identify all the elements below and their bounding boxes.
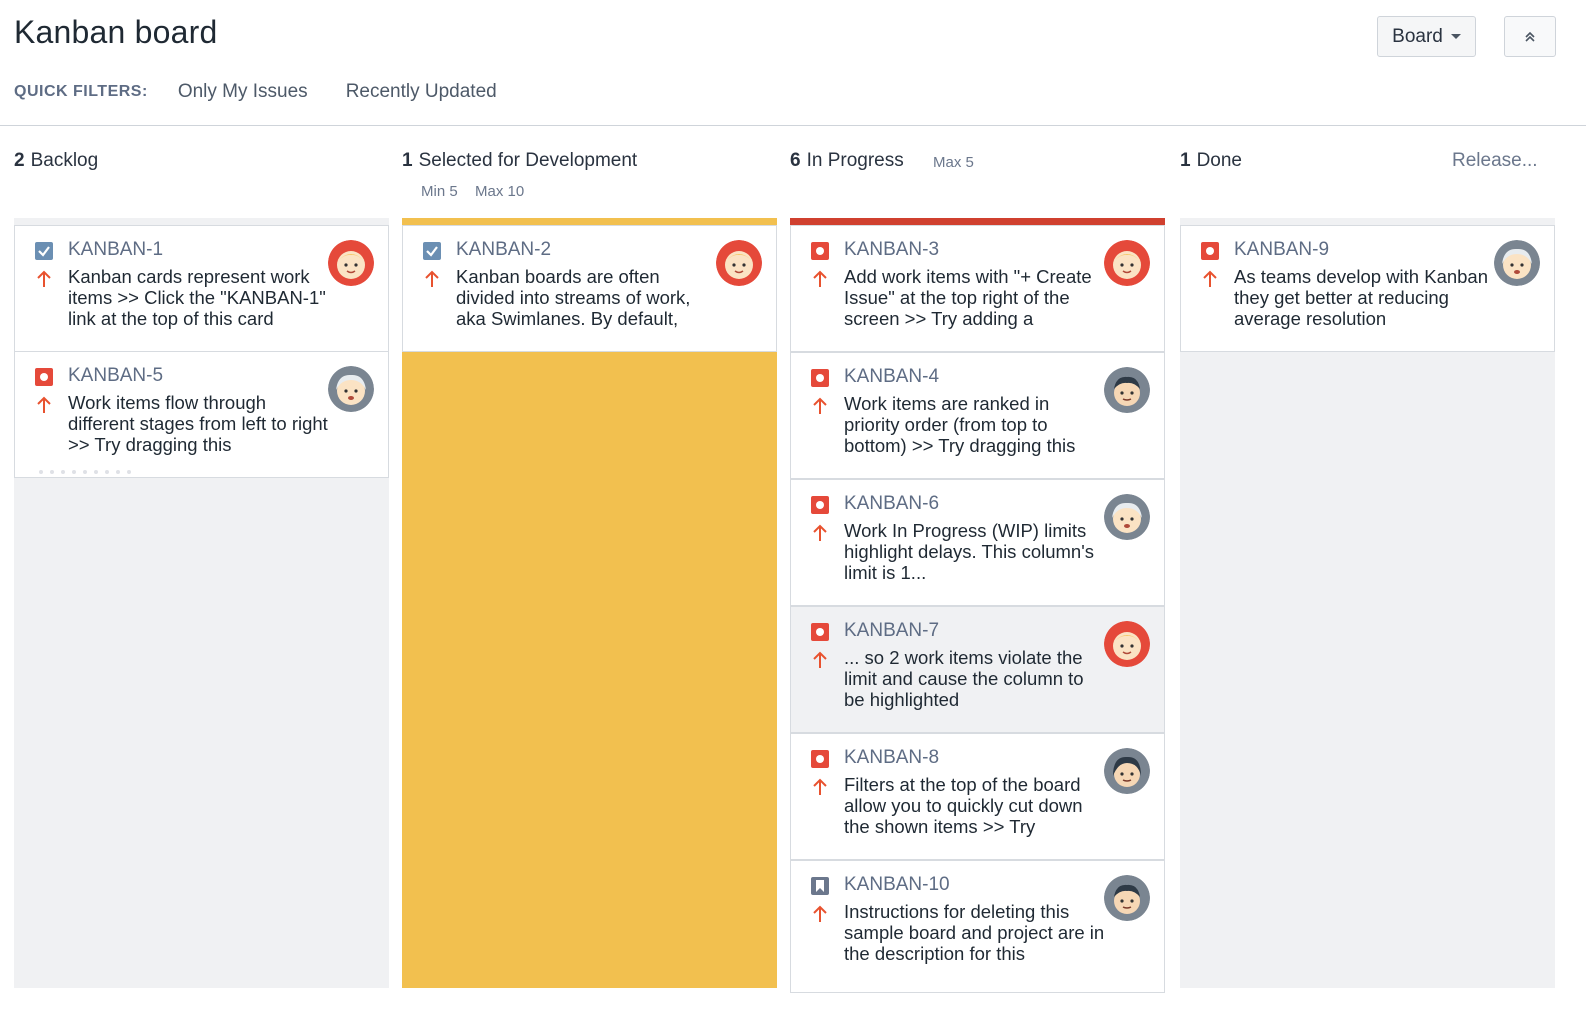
- collapse-header-button[interactable]: [1504, 16, 1556, 57]
- card-kanban-9[interactable]: KANBAN-9 As teams develop with Kanban th…: [1180, 225, 1555, 352]
- assignee-avatar[interactable]: [1104, 875, 1150, 921]
- assignee-avatar[interactable]: [1494, 240, 1540, 286]
- card-key[interactable]: KANBAN-8: [844, 747, 939, 769]
- bug-icon: [811, 369, 829, 387]
- column-in-progress[interactable]: KANBAN-3 Add work items with "+ Create I…: [790, 218, 1165, 993]
- card-kanban-6[interactable]: KANBAN-6 Work In Progress (WIP) limits h…: [790, 479, 1165, 606]
- card-kanban-4[interactable]: KANBAN-4 Work items are ranked in priori…: [790, 352, 1165, 479]
- card-dots: [39, 470, 131, 474]
- bug-icon: [35, 368, 53, 386]
- column-header-selected: 1 Selected for Development: [402, 150, 637, 172]
- column-header-done: 1 Done: [1180, 150, 1242, 172]
- card-summary: Add work items with "+ Create Issue" at …: [844, 266, 1092, 329]
- column-done[interactable]: KANBAN-9 As teams develop with Kanban th…: [1180, 218, 1555, 988]
- bug-icon: [811, 242, 829, 260]
- priority-high-arrow-icon: [37, 270, 51, 287]
- column-count: 6: [790, 150, 801, 171]
- column-name: Backlog: [30, 150, 99, 171]
- column-backlog[interactable]: KANBAN-1 Kanban cards represent work ite…: [14, 218, 389, 988]
- assignee-avatar[interactable]: [328, 240, 374, 286]
- card-summary: Filters at the top of the board allow yo…: [844, 774, 1083, 837]
- card-summary: Work items are ranked in priority order …: [844, 393, 1076, 456]
- card-summary: As teams develop with Kanban they get be…: [1234, 266, 1489, 329]
- chevron-double-up-icon: [1525, 31, 1535, 42]
- card-summary: Kanban cards represent work items >> Cli…: [68, 266, 326, 329]
- bug-icon: [811, 623, 829, 641]
- page-title: Kanban board: [14, 14, 218, 50]
- assignee-avatar[interactable]: [328, 366, 374, 412]
- quick-filters: QUICK FILTERS: Only My Issues Recently U…: [14, 80, 535, 104]
- card-key[interactable]: KANBAN-1: [68, 239, 163, 261]
- card-kanban-5[interactable]: KANBAN-5 Work items flow through differe…: [14, 351, 389, 478]
- bug-icon: [1201, 242, 1219, 260]
- task-checkbox-icon: [35, 242, 53, 260]
- priority-high-arrow-icon: [37, 396, 51, 413]
- assignee-avatar[interactable]: [716, 240, 762, 286]
- priority-high-arrow-icon: [813, 778, 827, 795]
- assignee-avatar[interactable]: [1104, 367, 1150, 413]
- column-max-limit: Max 5: [933, 154, 974, 171]
- assignee-avatar[interactable]: [1104, 240, 1150, 286]
- filter-only-my-issues[interactable]: Only My Issues: [178, 81, 308, 103]
- column-name: In Progress: [806, 150, 904, 171]
- column-count: 1: [1180, 150, 1191, 171]
- card-key[interactable]: KANBAN-2: [456, 239, 551, 261]
- assignee-avatar[interactable]: [1104, 494, 1150, 540]
- card-key[interactable]: KANBAN-9: [1234, 239, 1329, 261]
- card-key[interactable]: KANBAN-4: [844, 366, 939, 388]
- priority-high-arrow-icon: [425, 270, 439, 287]
- column-max-limit: Max 10: [475, 183, 525, 200]
- column-selected-for-development[interactable]: KANBAN-2 Kanban boards are often divided…: [402, 218, 777, 988]
- card-key[interactable]: KANBAN-5: [68, 365, 163, 387]
- quick-filters-label: QUICK FILTERS:: [14, 83, 148, 100]
- assignee-avatar[interactable]: [1104, 748, 1150, 794]
- priority-high-arrow-icon: [1203, 270, 1217, 287]
- priority-high-arrow-icon: [813, 524, 827, 541]
- card-summary: Instructions for deleting this sample bo…: [844, 901, 1105, 964]
- board-menu-button[interactable]: Board: [1377, 16, 1476, 57]
- card-key[interactable]: KANBAN-10: [844, 874, 950, 896]
- caret-down-icon: [1450, 34, 1461, 39]
- card-kanban-3[interactable]: KANBAN-3 Add work items with "+ Create I…: [790, 225, 1165, 352]
- priority-high-arrow-icon: [813, 651, 827, 668]
- card-key[interactable]: KANBAN-6: [844, 493, 939, 515]
- release-link[interactable]: Release...: [1452, 150, 1538, 172]
- card-key[interactable]: KANBAN-3: [844, 239, 939, 261]
- card-summary: Kanban boards are often divided into str…: [456, 266, 691, 329]
- column-header-backlog: 2 Backlog: [14, 150, 98, 172]
- card-kanban-1[interactable]: KANBAN-1 Kanban cards represent work ite…: [14, 225, 389, 352]
- card-kanban-7[interactable]: KANBAN-7 ... so 2 work items violate the…: [790, 606, 1165, 733]
- task-checkbox-icon: [423, 242, 441, 260]
- bug-icon: [811, 750, 829, 768]
- column-name: Selected for Development: [418, 150, 638, 171]
- card-key[interactable]: KANBAN-7: [844, 620, 939, 642]
- filter-recently-updated[interactable]: Recently Updated: [346, 81, 497, 103]
- card-kanban-8[interactable]: KANBAN-8 Filters at the top of the board…: [790, 733, 1165, 860]
- column-name: Done: [1196, 150, 1242, 171]
- column-header-in-progress: 6 In Progress: [790, 150, 904, 172]
- column-count: 1: [402, 150, 413, 171]
- header-divider: [0, 125, 1586, 126]
- assignee-avatar[interactable]: [1104, 621, 1150, 667]
- board-menu-label: Board: [1392, 25, 1443, 47]
- bug-icon: [811, 496, 829, 514]
- card-summary: Work In Progress (WIP) limits highlight …: [844, 520, 1094, 583]
- story-bookmark-icon: [811, 877, 829, 895]
- priority-high-arrow-icon: [813, 397, 827, 414]
- card-kanban-2[interactable]: KANBAN-2 Kanban boards are often divided…: [402, 225, 777, 352]
- priority-high-arrow-icon: [813, 270, 827, 287]
- priority-high-arrow-icon: [813, 905, 827, 922]
- column-min-limit: Min 5: [421, 183, 458, 200]
- card-summary: Work items flow through different stages…: [68, 392, 328, 455]
- column-count: 2: [14, 150, 25, 171]
- card-summary: ... so 2 work items violate the limit an…: [844, 647, 1084, 710]
- card-kanban-10[interactable]: KANBAN-10 Instructions for deleting this…: [790, 860, 1165, 993]
